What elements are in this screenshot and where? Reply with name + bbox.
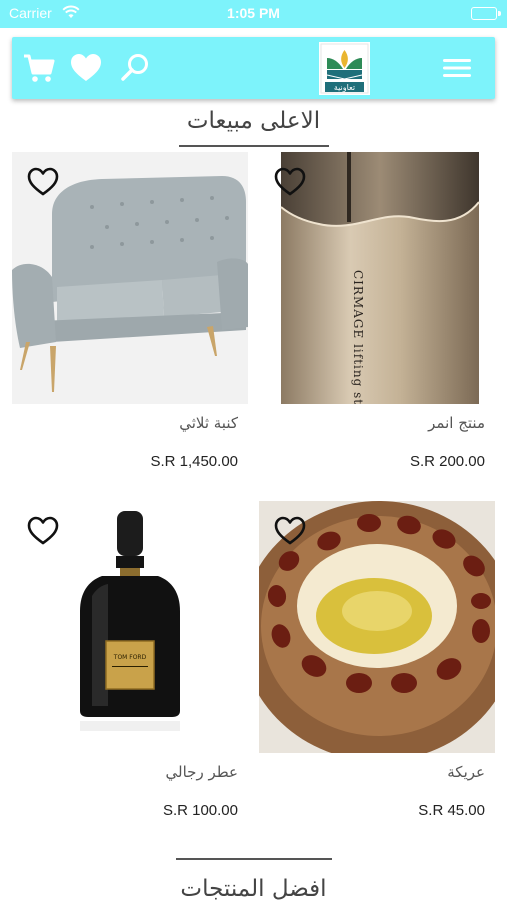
product-price: S.R 200.00 [409, 453, 485, 470]
wishlist-heart-icon[interactable] [273, 515, 307, 547]
status-bar: Carrier 1:05 PM [0, 0, 507, 28]
wishlist-heart-icon[interactable] [273, 166, 307, 198]
product-image-sofa[interactable] [12, 152, 248, 404]
section-title-best-sellers: الاعلى مبيعات [186, 108, 321, 134]
clock: 1:05 PM [227, 5, 280, 21]
product-card[interactable]: كنبة ثلاثي S.R 1,450.00 [12, 152, 248, 482]
product-image-perfume[interactable]: TOM FORD [12, 501, 248, 753]
wishlist-heart-icon[interactable] [26, 515, 60, 547]
nav-bar: تعاونية [12, 37, 495, 99]
logo[interactable]: تعاونية [319, 42, 370, 95]
product-image-text: TOM FORD [113, 654, 147, 661]
product-image-text: CIRMAGE lifting stick [351, 270, 365, 404]
product-name[interactable]: كنبة ثلاثي [179, 414, 238, 432]
product-price: S.R 100.00 [162, 802, 238, 819]
product-image-cosmetic-stick[interactable]: CIRMAGE lifting stick [259, 152, 495, 404]
product-name[interactable]: عطر رجالي [166, 763, 238, 781]
battery-icon [471, 7, 501, 20]
logo-text: تعاونية [334, 83, 355, 92]
product-image-dessert[interactable] [259, 501, 495, 753]
product-name[interactable]: عريكة [447, 763, 485, 781]
wishlist-heart-icon[interactable] [26, 166, 60, 198]
product-price: S.R 45.00 [418, 802, 485, 819]
menu-icon[interactable] [441, 51, 473, 85]
section-divider [176, 858, 332, 860]
product-name[interactable]: منتج انمر [428, 414, 485, 432]
product-card[interactable]: CIRMAGE lifting stick منتج انمر S.R 200.… [259, 152, 495, 482]
heart-icon[interactable] [69, 51, 103, 85]
search-icon[interactable] [118, 51, 152, 85]
product-price: S.R 1,450.00 [150, 453, 238, 470]
cart-icon[interactable] [22, 51, 56, 85]
product-card[interactable]: عريكة S.R 45.00 [259, 501, 495, 831]
product-card[interactable]: TOM FORD عطر رجالي S.R 100.00 [12, 501, 248, 831]
section-title-best-products: افضل المنتجات [180, 876, 327, 900]
title-underline [179, 145, 329, 147]
